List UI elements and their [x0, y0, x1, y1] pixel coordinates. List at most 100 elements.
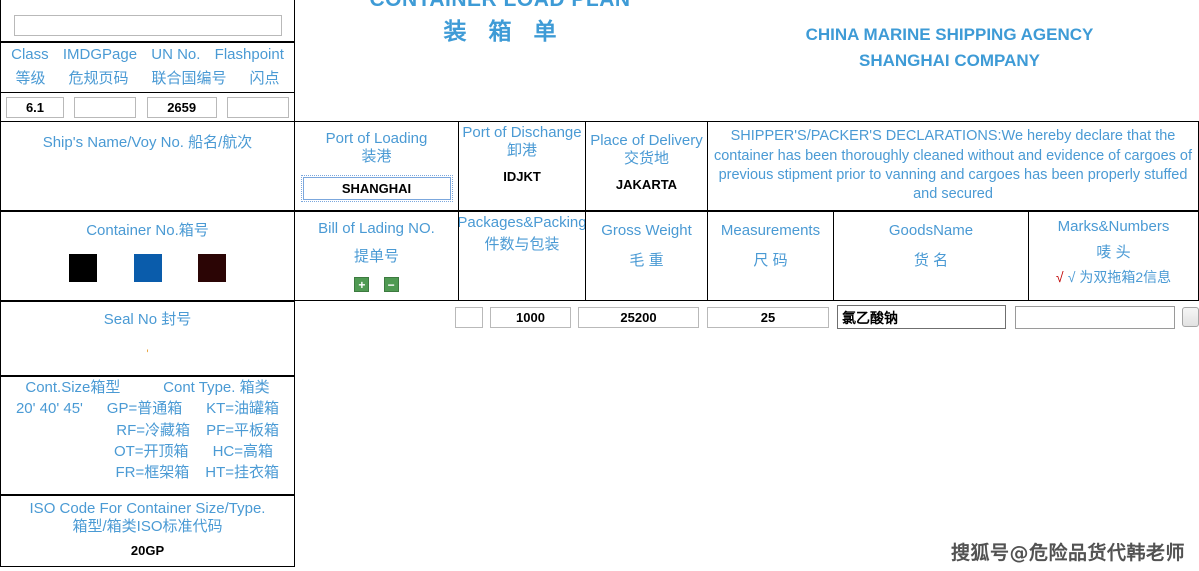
- dg-header-cn-row: 等级 危规页码 联合国编号 闪点: [0, 67, 295, 93]
- port-of-discharge-value[interactable]: IDJKT: [503, 169, 541, 185]
- company-line-1: CHINA MARINE SHIPPING AGENCY: [805, 25, 1094, 44]
- dg-header-imdg-en: IMDGPage: [62, 45, 138, 63]
- cont-size-label-cn: 箱型: [90, 379, 121, 396]
- dg-imdg-page-input[interactable]: [74, 96, 137, 118]
- marks-numbers-label-cn: 唛 头: [1096, 244, 1131, 262]
- seal-no-cell: Seal No 封号 ': [0, 301, 295, 376]
- cont-type-label: Cont Type. 箱类: [163, 379, 269, 397]
- dangerous-goods-name-cell: [0, 0, 295, 42]
- container-sizes: 20' 40' 45': [15, 400, 83, 418]
- dg-header-en-row: Class IMDGPage UN No. Flashpoint: [0, 42, 295, 68]
- dg-un-no-input[interactable]: [146, 96, 217, 118]
- dg-flashpoint-input[interactable]: [226, 96, 289, 118]
- ship-name-label: Ship's Name/Voy No. 船名/航次: [43, 134, 253, 152]
- dg-header-flashpoint-en: Flashpoint: [214, 45, 284, 63]
- measurements-label-en: Measurements: [720, 222, 821, 239]
- container-type-row-1: 20' 40' 45' GP=普通箱 KT=油罐箱: [4, 400, 291, 418]
- measurements-cell: Measurements 尺 码: [707, 211, 834, 301]
- container-size-type-cell: Cont.Size箱型 Cont Type. 箱类 20' 40' 45' GP…: [0, 376, 295, 495]
- cont-type-label-en: Cont Type.: [163, 379, 236, 396]
- cont-size-label-en: Cont.Size: [25, 379, 91, 396]
- marks-numbers-note: √ √ 为双拖箱2信息: [1056, 269, 1171, 287]
- ship-name-label-cn: 船名/航次: [188, 134, 253, 151]
- dg-class-input[interactable]: [6, 96, 64, 118]
- bill-of-lading-actions: + −: [349, 276, 403, 294]
- dg-header-unno-cn: 联合国编号: [151, 70, 227, 88]
- bl-no-input[interactable]: [455, 306, 483, 328]
- container-load-plan-page: CONTAINER LOAD PLAN 装箱单 CHINA MARINE SHI…: [0, 0, 1199, 571]
- packages-input[interactable]: [490, 306, 571, 328]
- marks-picker-button[interactable]: [1182, 307, 1199, 327]
- dg-header-unno-en: UN No.: [151, 45, 201, 63]
- container-swatch-3[interactable]: [197, 254, 226, 283]
- measurements-label-cn: 尺 码: [753, 252, 788, 270]
- container-type-rf: RF=冷藏箱: [116, 421, 191, 439]
- container-type-row-3: OT=开顶箱 HC=高箱: [4, 443, 291, 461]
- add-row-button[interactable]: +: [354, 276, 370, 292]
- port-of-loading-cell: Port of Loading 装港: [294, 121, 459, 211]
- ship-name-cell: Ship's Name/Voy No. 船名/航次: [0, 121, 295, 211]
- iso-code-label-cn: 箱型/箱类ISO标准代码: [72, 518, 223, 536]
- measurements-input[interactable]: [707, 306, 829, 328]
- gross-weight-label-cn: 毛 重: [629, 252, 664, 270]
- dg-header-flashpoint-cn: 闪点: [249, 70, 280, 88]
- gross-weight-input[interactable]: [578, 306, 699, 328]
- container-swatch-1[interactable]: [69, 254, 98, 283]
- watermark-text: 搜狐号@危险品货代韩老师: [950, 542, 1185, 564]
- container-type-ht: HT=挂衣箱: [205, 464, 279, 482]
- seal-no-value[interactable]: ': [146, 347, 148, 362]
- container-no-cell: Container No.箱号: [0, 211, 295, 301]
- packages-packing-cell: Packages&Packing 件数与包装: [458, 211, 586, 301]
- container-type-gp: GP=普通箱: [106, 400, 183, 418]
- iso-code-value: 20GP: [130, 542, 165, 558]
- container-type-hc: HC=高箱: [212, 442, 273, 460]
- bill-of-lading-label-cn: 提单号: [353, 248, 399, 266]
- port-of-discharge-cell: Port of Dischange 卸港 IDJKT: [458, 121, 586, 211]
- shippers-declaration-text: SHIPPER'S/PACKER'S DECLARATIONS:We hereb…: [713, 128, 1193, 203]
- marks-numbers-cell: Marks&Numbers 唛 头 √ √ 为双拖箱2信息: [1028, 211, 1199, 301]
- dg-header-class-en: Class: [11, 45, 49, 63]
- cont-type-label-cn: 箱类: [239, 379, 270, 396]
- container-type-pf: PF=平板箱: [206, 421, 279, 439]
- iso-code-label-en: ISO Code For Container Size/Type.: [29, 500, 266, 517]
- goods-name-cell: GoodsName 货 名: [833, 211, 1029, 301]
- goods-name-label-en: GoodsName: [888, 222, 974, 239]
- container-type-row-4: FR=框架箱 HT=挂衣箱: [4, 464, 291, 482]
- bill-of-lading-cell: Bill of Lading NO. 提单号 + −: [294, 211, 459, 301]
- dangerous-goods-name-input[interactable]: [13, 14, 282, 36]
- iso-code-cell: ISO Code For Container Size/Type. 箱型/箱类I…: [0, 495, 295, 567]
- marks-numbers-note-text: √ 为双拖箱2信息: [1067, 268, 1172, 285]
- port-of-discharge-label-en: Port of Dischange: [462, 124, 582, 141]
- place-of-delivery-value[interactable]: JAKARTA: [616, 177, 677, 193]
- container-type-row-2: RF=冷藏箱 PF=平板箱: [4, 422, 291, 440]
- document-title-cn: 装箱单: [443, 19, 579, 45]
- packages-packing-label-cn: 件数与包装: [484, 236, 560, 254]
- container-size-type-header: Cont.Size箱型 Cont Type. 箱类: [4, 379, 291, 397]
- gross-weight-label-en: Gross Weight: [601, 222, 692, 239]
- port-of-loading-label-cn: 装港: [361, 148, 392, 166]
- remove-row-button[interactable]: −: [383, 276, 399, 292]
- shippers-declaration-cell: SHIPPER'S/PACKER'S DECLARATIONS:We hereb…: [707, 121, 1199, 211]
- gross-weight-cell: Gross Weight 毛 重: [585, 211, 708, 301]
- company-name: CHINA MARINE SHIPPING AGENCY SHANGHAI CO…: [700, 22, 1199, 73]
- dg-header-imdg-cn: 危规页码: [68, 70, 129, 88]
- place-of-delivery-cell: Place of Delivery 交货地 JAKARTA: [585, 121, 708, 211]
- port-of-loading-input[interactable]: [300, 174, 453, 202]
- container-no-label: Container No.箱号: [86, 222, 209, 239]
- dg-values-row: [0, 92, 295, 122]
- container-type-fr: FR=框架箱: [115, 464, 190, 482]
- container-type-kt: KT=油罐箱: [206, 400, 280, 418]
- goods-name-label-cn: 货 名: [913, 252, 949, 270]
- place-of-delivery-label-en: Place of Delivery: [590, 132, 703, 149]
- marks-input[interactable]: [1015, 305, 1176, 329]
- goods-name-textarea[interactable]: 氯乙酸钠: [837, 305, 1007, 329]
- ship-name-input[interactable]: [42, 187, 253, 190]
- seal-no-label: Seal No 封号: [103, 311, 192, 328]
- packages-packing-label-en: Packages&Packing: [458, 214, 586, 231]
- container-swatch-2[interactable]: [133, 254, 162, 283]
- marks-numbers-label-en: Marks&Numbers: [1057, 218, 1170, 235]
- company-line-2: SHANGHAI COMPANY: [858, 50, 1041, 70]
- cargo-table-row: 氯乙酸钠: [455, 303, 1199, 331]
- port-of-loading-label-en: Port of Loading: [325, 130, 428, 147]
- ship-name-label-en: Ship's Name/Voy No.: [42, 134, 184, 151]
